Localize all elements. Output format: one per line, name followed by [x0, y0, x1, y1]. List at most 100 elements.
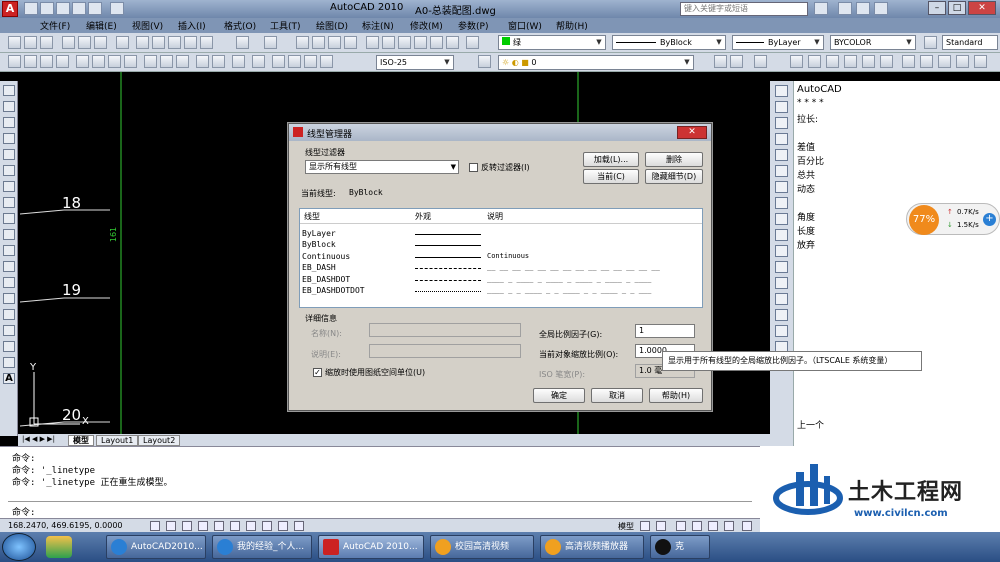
line-icon[interactable] — [3, 85, 15, 96]
block-editor-icon[interactable] — [200, 36, 213, 49]
delete-button[interactable]: 删除 — [645, 152, 703, 167]
menu-tools[interactable]: 工具(T) — [270, 19, 301, 32]
ellipse-arc-icon[interactable] — [3, 245, 15, 256]
tab-scroll-arrows[interactable]: |◀ ◀ ▶ ▶| — [22, 435, 55, 443]
move-icon[interactable] — [775, 165, 788, 177]
cut-icon[interactable] — [136, 36, 149, 49]
radius-icon[interactable] — [76, 55, 89, 68]
center-mark-icon[interactable] — [212, 55, 225, 68]
search-input[interactable]: 键入关键字或短语 — [680, 2, 808, 16]
table-row[interactable]: EB_DASHDOT ____ _ ____ _ ____ _ ____ _ __… — [302, 275, 700, 286]
ok-button[interactable]: 确定 — [533, 388, 585, 403]
start-button[interactable] — [2, 533, 36, 561]
copy-icon[interactable] — [775, 101, 788, 113]
table-row[interactable]: EB_DASH __ __ __ __ __ __ __ __ __ __ __ … — [302, 263, 700, 274]
taskbar-item[interactable]: 克 — [650, 535, 710, 559]
column-linetype[interactable]: 线型 — [304, 211, 320, 222]
join-icon[interactable] — [775, 293, 788, 305]
menu-dimension[interactable]: 标注(N) — [362, 19, 394, 32]
option-percent[interactable]: 百分比 — [797, 154, 824, 167]
point-icon[interactable] — [3, 293, 15, 304]
text-style-icon[interactable] — [924, 36, 937, 49]
communication-icon[interactable] — [838, 2, 852, 15]
polar-toggle-icon[interactable] — [198, 521, 208, 531]
rectangle-icon[interactable] — [3, 149, 15, 160]
ellipse-icon[interactable] — [3, 229, 15, 240]
fillet-icon[interactable] — [775, 325, 788, 337]
undo-icon[interactable] — [72, 2, 86, 15]
polyline-icon[interactable] — [3, 117, 15, 128]
filter-dropdown[interactable]: 显示所有线型 ▼ — [305, 160, 459, 174]
zoom-previous-icon[interactable] — [344, 36, 357, 49]
table-icon[interactable] — [3, 357, 15, 368]
option-dynamic[interactable]: 动态 — [797, 182, 815, 195]
name-field[interactable] — [369, 323, 521, 337]
scale-icon[interactable] — [775, 197, 788, 209]
zoom-realtime-icon[interactable] — [312, 36, 325, 49]
qp-toggle-icon[interactable] — [294, 521, 304, 531]
break-at-point-icon[interactable] — [775, 261, 788, 273]
command-window[interactable]: 命令: 命令: '_linetype 命令: '_linetype 正在重生成模… — [0, 446, 760, 518]
layer-dropdown[interactable]: 绿 ▼ — [498, 35, 606, 50]
aligned-dimension-icon[interactable] — [24, 55, 37, 68]
help-button[interactable]: 帮助(H) — [649, 388, 703, 403]
dialog-title-bar[interactable]: 线型管理器 ✕ — [289, 124, 711, 141]
quick-view-layouts-icon[interactable] — [640, 521, 650, 531]
redo-icon[interactable] — [88, 2, 102, 15]
arc-icon[interactable] — [938, 55, 951, 68]
qnew-icon[interactable] — [8, 36, 21, 49]
multiline-text-icon[interactable]: A — [3, 373, 15, 384]
description-field[interactable] — [369, 344, 521, 358]
layer-state-dropdown[interactable]: ☼ ◐ ■ 0 ▼ — [498, 55, 694, 70]
paper-space-units-checkbox[interactable]: ✓ — [313, 368, 322, 377]
steering-wheel-icon[interactable] — [708, 521, 718, 531]
rotate-icon[interactable] — [775, 181, 788, 193]
quick-view-drawings-icon[interactable] — [656, 521, 666, 531]
ortho-toggle-icon[interactable] — [182, 521, 192, 531]
redo-icon[interactable] — [264, 36, 277, 49]
menu-parametric[interactable]: 参数(P) — [458, 19, 488, 32]
search-icon[interactable] — [814, 2, 828, 15]
copy-icon[interactable] — [152, 36, 165, 49]
dim-style-icon[interactable] — [320, 55, 333, 68]
menu-modify[interactable]: 修改(M) — [410, 19, 443, 32]
osnap-toggle-icon[interactable] — [214, 521, 224, 531]
close-button[interactable]: ✕ — [968, 1, 996, 15]
menu-insert[interactable]: 插入(I) — [178, 19, 206, 32]
copy-object-icon[interactable] — [790, 55, 803, 68]
tab-layout1[interactable]: Layout1 — [96, 435, 139, 446]
revcloud-icon[interactable] — [3, 197, 15, 208]
offset-icon[interactable] — [826, 55, 839, 68]
option-total[interactable]: 总共 — [797, 168, 815, 181]
arc-length-icon[interactable] — [40, 55, 53, 68]
array-icon[interactable] — [775, 149, 788, 161]
menu-window[interactable]: 窗口(W) — [508, 19, 542, 32]
undo-icon[interactable] — [236, 36, 249, 49]
command-prompt[interactable]: 命令: — [12, 505, 35, 518]
workspace-switch-icon[interactable] — [742, 521, 752, 531]
arc-icon[interactable] — [3, 165, 15, 176]
extend-icon[interactable] — [775, 245, 788, 257]
showmotion-icon[interactable] — [724, 521, 734, 531]
current-button[interactable]: 当前(C) — [583, 169, 639, 184]
tab-model[interactable]: 模型 — [68, 435, 94, 446]
menu-edit[interactable]: 编辑(E) — [86, 19, 117, 32]
table-row[interactable]: ByBlock — [302, 240, 700, 251]
option-lengthen[interactable]: 拉长: — [797, 112, 818, 125]
region-icon[interactable] — [3, 341, 15, 352]
otrack-toggle-icon[interactable] — [230, 521, 240, 531]
mirror-icon[interactable] — [775, 117, 788, 129]
erase-icon[interactable] — [754, 55, 767, 68]
gradient-icon[interactable] — [3, 325, 15, 336]
taskbar-item[interactable]: 我的经验_个人... — [212, 535, 312, 559]
rotate-icon[interactable] — [880, 55, 893, 68]
offset-icon[interactable] — [775, 133, 788, 145]
sheet-set-icon[interactable] — [414, 36, 427, 49]
zoom-icon[interactable] — [692, 521, 702, 531]
properties-icon[interactable] — [366, 36, 379, 49]
array-icon[interactable] — [844, 55, 857, 68]
preview-icon[interactable] — [78, 36, 91, 49]
jogged-icon[interactable] — [92, 55, 105, 68]
tool-palettes-icon[interactable] — [398, 36, 411, 49]
hide-details-button[interactable]: 隐藏细节(D) — [645, 169, 703, 184]
